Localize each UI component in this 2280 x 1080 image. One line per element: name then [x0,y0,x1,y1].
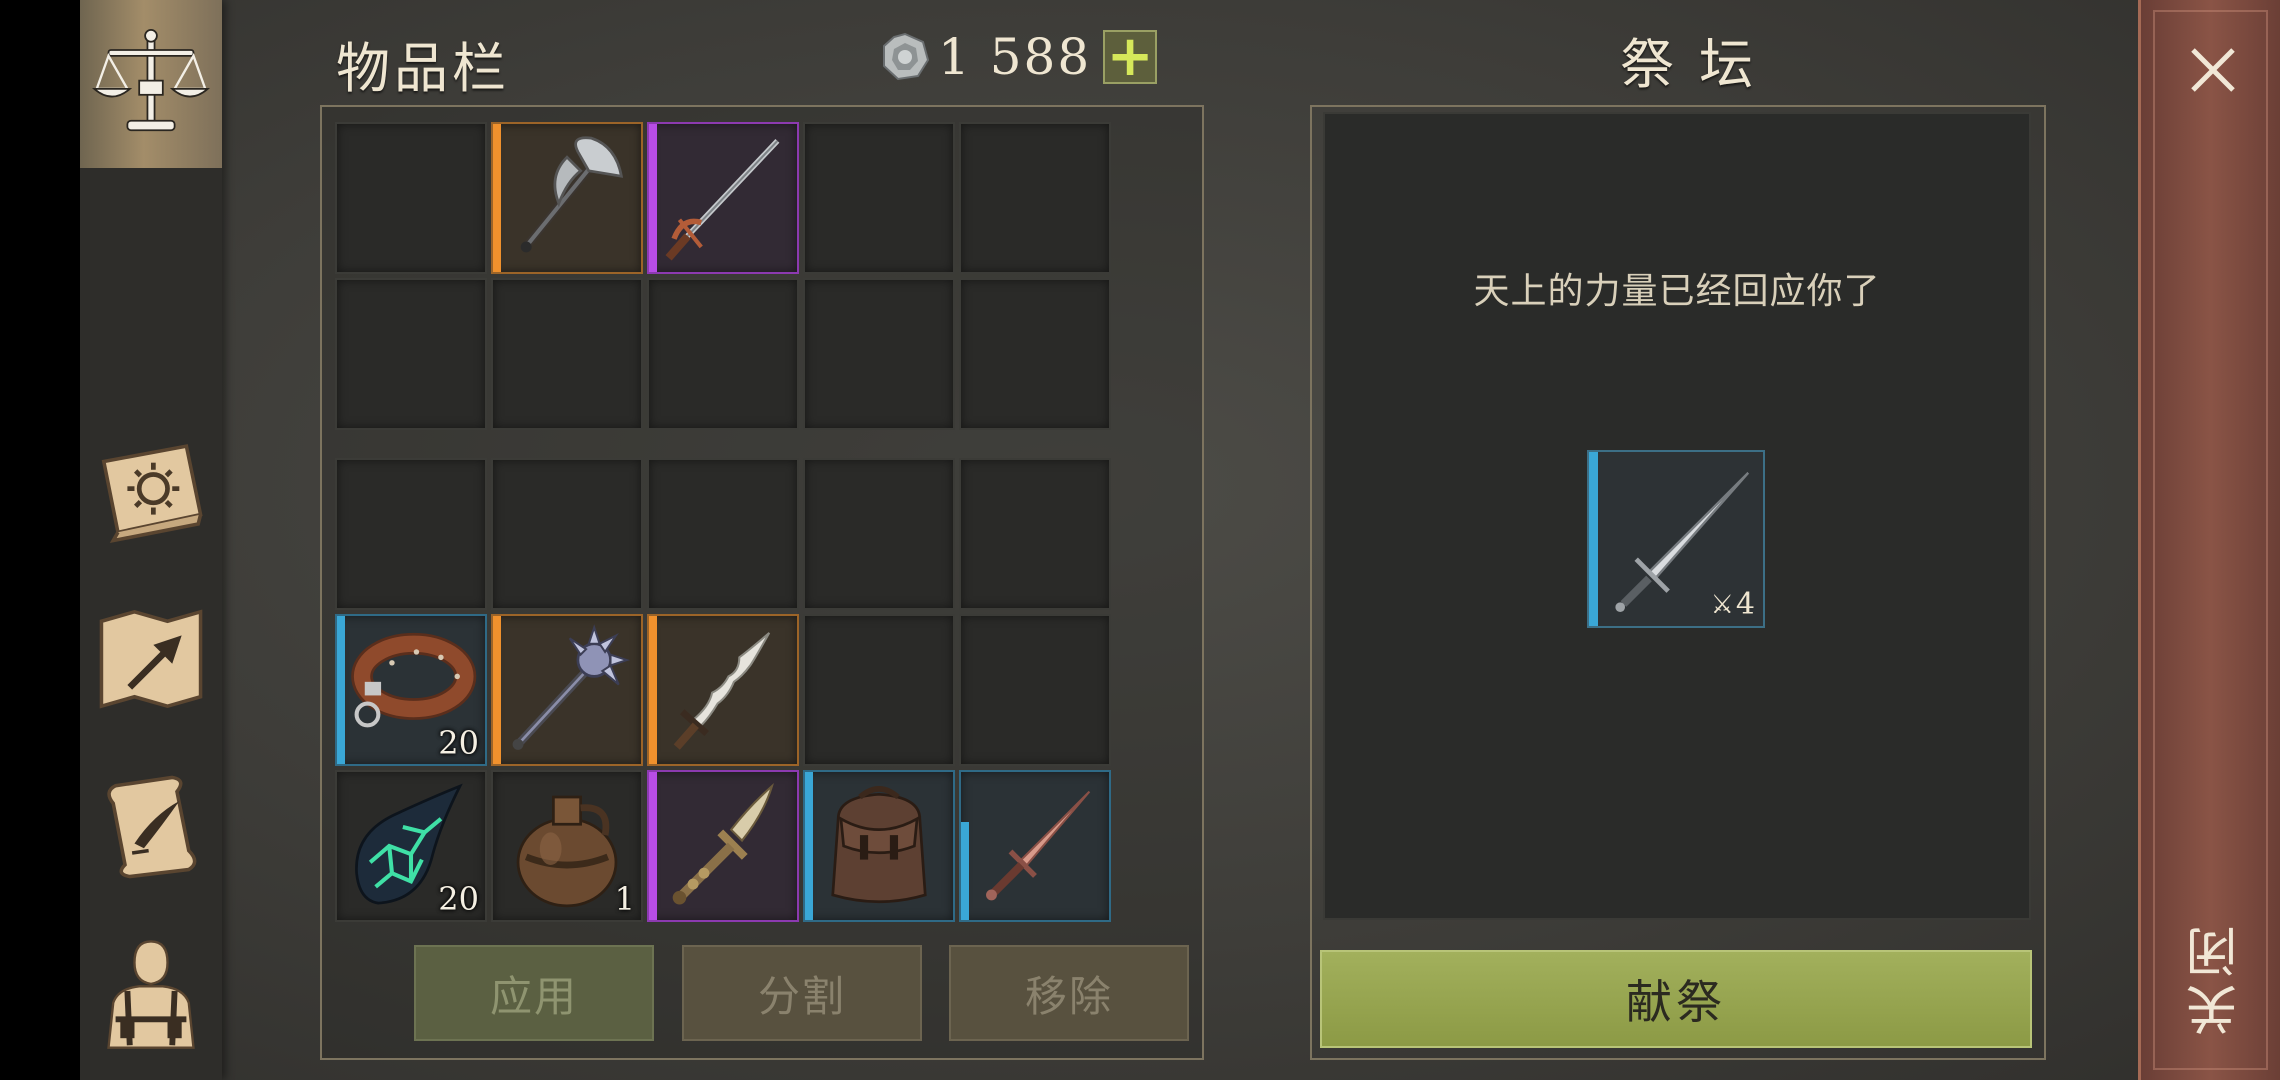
equipped-slot[interactable] [335,278,487,430]
currency-display: 1 588 + [880,28,1158,86]
battle-axe-icon [520,136,624,253]
inventory-title: 物品栏 [336,37,510,100]
left-sidebar [80,0,222,1080]
close-label[interactable]: 关闭 [2179,920,2254,1036]
equipped-slot[interactable] [647,122,799,274]
sword-level-icon: ⚔ [1710,589,1734,620]
bag-slot[interactable] [647,770,799,922]
bag-slot[interactable] [491,614,643,766]
bag-slot[interactable] [959,458,1111,610]
morning-star-mace-icon [512,624,631,750]
copper-sword-icon [986,790,1091,901]
add-currency-button[interactable]: + [1103,29,1158,85]
bag-slot[interactable] [647,614,799,766]
bag-slot[interactable] [803,614,955,766]
remove-button[interactable]: 移除 [949,945,1189,1041]
treasure-map-icon[interactable] [90,598,212,720]
bag-slot[interactable] [647,458,799,610]
bag-slot[interactable] [491,458,643,610]
altar-offering-slot[interactable]: ⚔ 4 [1587,450,1765,628]
item-count: 20 [438,880,479,918]
bag-slot[interactable]: 20 [335,614,487,766]
bag-slot[interactable] [803,770,955,922]
silver-coin-icon [883,32,930,81]
apply-button[interactable]: 应用 [414,945,654,1041]
item-level-value: 4 [1735,587,1755,622]
bag-slot[interactable] [803,458,955,610]
character-icon[interactable] [90,930,212,1052]
bag-slot[interactable] [959,614,1111,766]
equipped-grid [335,122,1111,430]
close-icon[interactable] [2183,40,2243,100]
currency-value: 1 588 [938,28,1092,86]
item-count: 1 [614,880,635,918]
item-count: 20 [438,724,479,762]
equipped-slot[interactable] [959,278,1111,430]
item-level: ⚔ 4 [1711,587,1755,622]
close-panel[interactable]: 关闭 [2138,0,2280,1080]
equipped-slot[interactable] [803,278,955,430]
spearhead-dagger-icon [672,783,774,905]
altar-title: 祭 坛 [1620,33,1758,96]
bag-grid: 20 20 1 [335,458,1111,922]
equipped-slot[interactable] [647,278,799,430]
bag-slot[interactable]: 20 [335,770,487,922]
bag-slot[interactable] [959,770,1111,922]
bag-slot[interactable]: 1 [491,770,643,922]
sacrifice-button[interactable]: 献祭 [1320,950,2032,1048]
equipped-slot[interactable] [491,278,643,430]
balance-scale-icon[interactable] [90,22,212,144]
leather-backpack-icon [831,786,927,904]
quest-scroll-icon[interactable] [90,766,212,888]
split-button[interactable]: 分割 [682,945,922,1041]
wavy-dagger-icon [673,632,771,750]
equipped-slot[interactable] [959,122,1111,274]
equipped-slot[interactable] [803,122,955,274]
rapier-icon [665,139,780,261]
bag-slot[interactable] [335,458,487,610]
game-screen: 物品栏 1 588 + 20 20 1 应用 分割 移除 祭 坛 天上的力量已经… [80,0,2280,1080]
equipped-slot[interactable] [491,122,643,274]
equipped-slot[interactable] [335,122,487,274]
altar-message: 天上的力量已经回应你了 [1473,271,1881,312]
sun-book-icon[interactable] [90,430,212,552]
